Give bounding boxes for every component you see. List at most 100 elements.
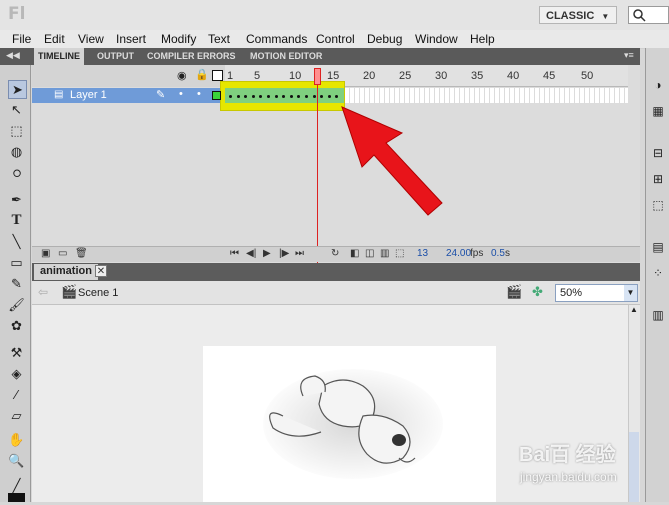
play-icon[interactable]: ▶: [263, 248, 271, 259]
bird-drawing[interactable]: [203, 346, 496, 502]
menu-debug[interactable]: Debug: [367, 32, 402, 46]
keyframe-dot[interactable]: [236, 95, 240, 98]
scrollbar-thumb[interactable]: [629, 432, 639, 502]
last-frame-icon[interactable]: ⏭: [295, 248, 304, 259]
menu-commands[interactable]: Commands: [246, 32, 307, 46]
subselection-tool-icon[interactable]: ↖: [8, 101, 25, 118]
layer-row[interactable]: ▤ ✎ • •: [32, 88, 225, 103]
playhead[interactable]: [314, 68, 321, 85]
menu-insert[interactable]: Insert: [116, 32, 146, 46]
elapsed-time: 0.5: [491, 248, 505, 259]
stroke-color-icon[interactable]: ╱: [8, 477, 25, 494]
menu-control[interactable]: Control: [316, 32, 355, 46]
keyframe-dot[interactable]: [274, 95, 278, 98]
delete-layer-icon[interactable]: 🗑: [75, 248, 88, 259]
outline-swatch[interactable]: [212, 91, 221, 100]
menu-file[interactable]: File: [12, 32, 31, 46]
paint-bucket-icon[interactable]: ◈: [8, 365, 25, 382]
tab-output[interactable]: OUTPUT: [93, 48, 138, 65]
pen-tool-icon[interactable]: ✒: [8, 191, 25, 208]
3d-rotation-icon[interactable]: ◍: [8, 143, 25, 160]
onion-outline-icon[interactable]: ◫: [365, 248, 374, 259]
menu-modify[interactable]: Modify: [161, 32, 196, 46]
keyframe-dot[interactable]: [267, 95, 270, 98]
eyedropper-icon[interactable]: ⁄: [8, 386, 25, 403]
document-tab[interactable]: animation: [34, 264, 98, 280]
menu-help[interactable]: Help: [470, 32, 495, 46]
edit-multiple-icon[interactable]: ▥: [380, 248, 389, 259]
menu-edit[interactable]: Edit: [44, 32, 65, 46]
visibility-dot[interactable]: •: [179, 88, 183, 100]
hand-tool-icon[interactable]: ✋: [8, 431, 25, 448]
eye-icon[interactable]: ◉: [177, 69, 187, 82]
pencil-tool-icon[interactable]: ✎: [8, 275, 25, 292]
color-panel-icon[interactable]: ◑: [651, 78, 665, 92]
current-frame[interactable]: 13: [417, 248, 428, 259]
scroll-up-icon[interactable]: ▲: [630, 305, 638, 314]
edit-bar: ⇦ 🎬 🎬 ✤: [32, 281, 640, 305]
keyframe-dot[interactable]: [259, 95, 263, 98]
outline-icon[interactable]: [212, 70, 223, 81]
text-tool-icon[interactable]: T: [8, 212, 25, 229]
keyframe-dot[interactable]: [320, 95, 324, 98]
keyframe-dot[interactable]: [297, 95, 301, 98]
chevron-down-icon[interactable]: ▼: [624, 285, 637, 301]
properties-icon[interactable]: ▥: [651, 308, 665, 322]
stage[interactable]: [203, 346, 496, 502]
lasso-tool-icon[interactable]: ഠ: [8, 164, 25, 181]
menu-window[interactable]: Window: [415, 32, 458, 46]
keyframe-dot[interactable]: [289, 95, 293, 98]
line-tool-icon[interactable]: ╲: [8, 233, 25, 250]
info-panel-icon[interactable]: ⊞: [651, 172, 665, 186]
new-layer-icon[interactable]: ▣: [41, 248, 50, 259]
components-icon[interactable]: ⁘: [651, 266, 665, 280]
prev-frame-icon[interactable]: ◀|: [246, 248, 256, 259]
first-frame-icon[interactable]: ⏮: [230, 248, 239, 259]
swatches-icon[interactable]: ▦: [651, 104, 665, 118]
lock-dot[interactable]: •: [197, 88, 201, 100]
keyframe-strip[interactable]: [225, 88, 344, 103]
deco-tool-icon[interactable]: ✿: [8, 317, 25, 334]
keyframe-dot[interactable]: [282, 95, 286, 98]
workspace-switcher[interactable]: CLASSIC ▼: [539, 6, 617, 24]
keyframe-dot[interactable]: [312, 95, 316, 98]
layer-name[interactable]: Layer 1: [70, 89, 107, 101]
next-frame-icon[interactable]: |▶: [279, 248, 289, 259]
free-transform-icon[interactable]: ⬚: [8, 122, 25, 139]
align-panel-icon[interactable]: ⊟: [651, 146, 665, 160]
new-folder-icon[interactable]: ▭: [58, 248, 67, 259]
keyframe-dot[interactable]: [251, 95, 255, 98]
transform-panel-icon[interactable]: ⬚: [651, 198, 665, 212]
loop-icon[interactable]: ↻: [331, 248, 339, 259]
app-logo: Fl: [8, 4, 26, 24]
keyframe-dot[interactable]: [327, 95, 331, 98]
bone-tool-icon[interactable]: ⚒: [8, 344, 25, 361]
frame-rate[interactable]: 24.00: [446, 248, 471, 259]
back-icon[interactable]: ⇦: [38, 285, 48, 299]
tab-compiler-errors[interactable]: COMPILER ERRORS: [143, 48, 240, 65]
menu-view[interactable]: View: [78, 32, 104, 46]
fill-color-swatch[interactable]: [8, 493, 25, 502]
search-input[interactable]: [628, 6, 669, 24]
tab-motion-editor[interactable]: MOTION EDITOR: [246, 48, 326, 65]
onion-skin-icon[interactable]: ◧: [350, 248, 359, 259]
zoom-tool-icon[interactable]: 🔍: [8, 452, 25, 469]
edit-symbols-icon[interactable]: ✤: [532, 284, 543, 300]
library-icon[interactable]: ▤: [651, 240, 665, 254]
menu-text[interactable]: Text: [208, 32, 230, 46]
eraser-tool-icon[interactable]: ▱: [8, 407, 25, 424]
tab-timeline[interactable]: TIMELINE: [34, 48, 84, 65]
collapse-icon[interactable]: ◀◀: [6, 50, 20, 61]
modify-markers-icon[interactable]: ⬚: [395, 248, 404, 259]
edit-scene-icon[interactable]: 🎬: [506, 284, 522, 300]
lock-icon[interactable]: 🔒: [195, 68, 209, 81]
keyframe-dot[interactable]: [229, 95, 232, 98]
panel-menu-icon[interactable]: ▾≡: [624, 50, 634, 61]
close-icon[interactable]: ✕: [95, 265, 107, 277]
keyframe-dot[interactable]: [335, 95, 339, 98]
keyframe-dot[interactable]: [244, 95, 248, 98]
keyframe-dot[interactable]: [305, 95, 308, 98]
selection-tool-icon[interactable]: ➤: [8, 80, 27, 99]
rectangle-tool-icon[interactable]: ▭: [8, 254, 25, 271]
brush-tool-icon[interactable]: 🖌: [8, 296, 25, 313]
